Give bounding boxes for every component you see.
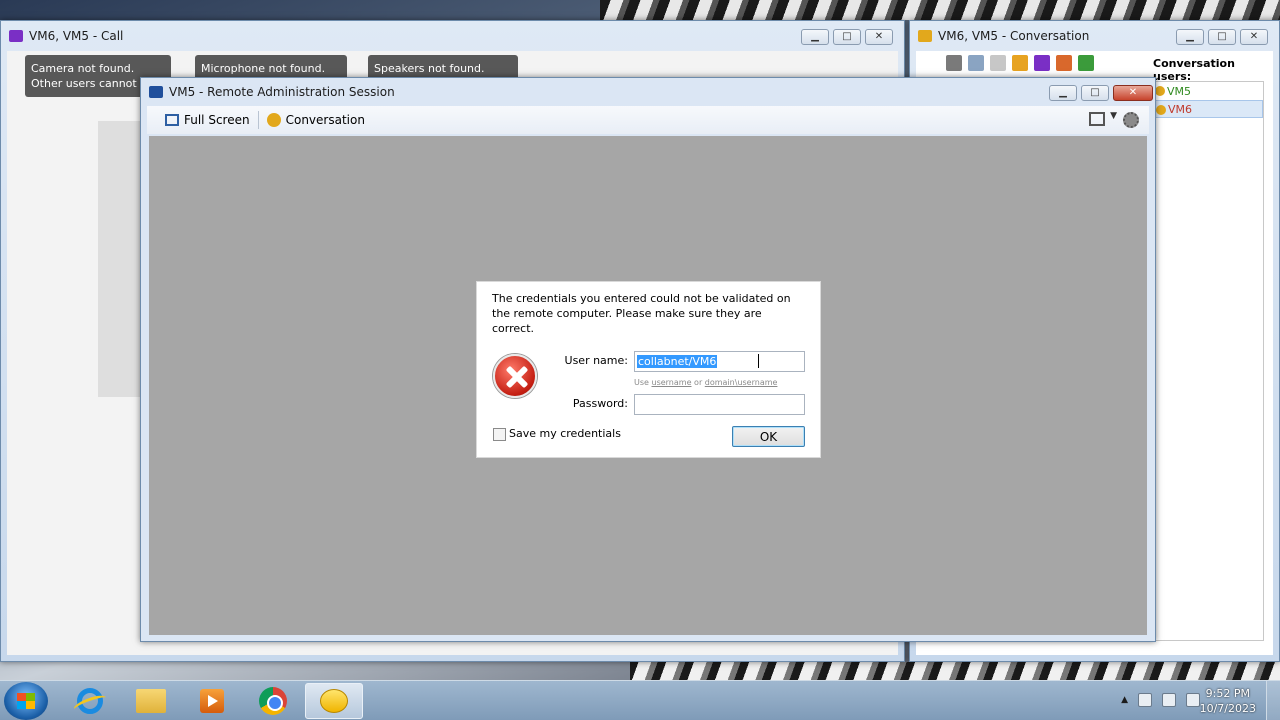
close-button[interactable]: ✕ (1240, 29, 1268, 45)
camera-tip-line1: Camera not found. (31, 62, 135, 75)
close-button[interactable]: ✕ (865, 29, 893, 45)
settings-icon[interactable] (1012, 55, 1028, 71)
full-screen-button[interactable]: Full Screen (157, 109, 258, 131)
volume-muted-icon[interactable] (1186, 693, 1200, 707)
minimize-button[interactable]: ▁ (801, 29, 829, 45)
document-icon[interactable] (990, 55, 1006, 71)
taskbar-app-media[interactable] (183, 683, 241, 719)
internet-explorer-icon (77, 688, 103, 714)
user-name: VM5 (1167, 84, 1192, 98)
minimize-button[interactable]: ▁ (1176, 29, 1204, 45)
wallpaper-top (600, 0, 1280, 20)
show-desktop-button[interactable] (1266, 681, 1280, 720)
username-value: collabnet/VM6 (637, 355, 718, 368)
hint-username: username (651, 378, 692, 387)
text-cursor (758, 354, 760, 368)
full-screen-label: Full Screen (184, 113, 250, 127)
user-icon (1155, 86, 1165, 96)
minimize-button[interactable]: ▁ (1049, 85, 1077, 101)
taskbar-app-chrome[interactable] (244, 683, 302, 719)
save-credentials-label[interactable]: Save my credentials (509, 427, 621, 440)
taskbar-app-ie[interactable] (61, 683, 119, 719)
clock[interactable]: 9:52 PM 10/7/2023 (1200, 686, 1256, 716)
chrome-icon (259, 687, 287, 715)
network-icon[interactable] (1162, 693, 1176, 707)
clock-date: 10/7/2023 (1199, 702, 1256, 715)
system-tray: ▲ (1121, 693, 1200, 707)
call-window-controls: ▁ □ ✕ (801, 29, 893, 45)
conversation-title: VM6, VM5 - Conversation (938, 29, 1090, 43)
call-titlebar[interactable]: VM6, VM5 - Call (1, 21, 904, 51)
username-field[interactable]: collabnet/VM6 (634, 351, 805, 372)
display-icon[interactable] (946, 55, 962, 71)
file-icon[interactable] (968, 55, 984, 71)
save-credentials-checkbox[interactable] (493, 428, 506, 441)
speakers-tip-line1: Speakers not found. (374, 62, 485, 75)
maximize-button[interactable]: □ (833, 29, 861, 45)
error-message: The credentials you entered could not be… (492, 292, 791, 335)
add-user-icon[interactable] (1056, 55, 1072, 71)
media-player-icon (200, 689, 224, 713)
taskbar: ▲ 9:52 PM 10/7/2023 (0, 680, 1280, 720)
username-hint: Use username or domain\username (634, 378, 777, 387)
file-explorer-icon (136, 689, 166, 713)
conversation-window-controls: ▁ □ ✕ (1176, 29, 1268, 45)
close-button[interactable]: ✕ (1113, 85, 1153, 101)
remote-titlebar[interactable]: VM5 - Remote Administration Session (141, 78, 1155, 106)
gear-icon[interactable] (1123, 112, 1139, 128)
chat-icon (320, 689, 348, 713)
full-screen-icon (165, 114, 179, 126)
remote-admin-icon (149, 86, 163, 98)
conversation-button[interactable]: Conversation (259, 109, 373, 131)
password-field[interactable] (634, 394, 805, 415)
user-list: VM5 VM6 (1152, 81, 1264, 641)
conversation-label: Conversation (285, 113, 365, 127)
monitor-icon[interactable] (1089, 112, 1105, 126)
action-center-icon[interactable] (1138, 693, 1152, 707)
conversation-users-label: Conversation users: (1153, 57, 1235, 83)
call-title: VM6, VM5 - Call (29, 29, 124, 43)
show-hidden-icons-icon[interactable]: ▲ (1121, 695, 1128, 705)
conversation-toolbar (946, 55, 1094, 71)
microphone-tip-line1: Microphone not found. (201, 62, 326, 75)
remote-toolbar: Full Screen Conversation ▼ (147, 106, 1149, 134)
user-item-vm6[interactable]: VM6 (1153, 100, 1263, 118)
password-label: Password: (572, 397, 628, 410)
taskbar-app-chat[interactable] (305, 683, 363, 719)
user-icon (1156, 105, 1166, 115)
taskbar-app-explorer[interactable] (122, 683, 180, 719)
user-item-vm5[interactable]: VM5 (1153, 82, 1263, 100)
start-button[interactable] (4, 682, 48, 720)
maximize-button[interactable]: □ (1081, 85, 1109, 101)
username-label: User name: (564, 354, 628, 367)
remote-window-controls: ▁ □ ✕ (1049, 85, 1153, 101)
hint-prefix: Use (634, 378, 649, 387)
conversation-icon (266, 113, 281, 127)
hint-or: or (694, 378, 703, 387)
exit-icon[interactable] (1078, 55, 1094, 71)
chevron-down-icon[interactable]: ▼ (1110, 111, 1117, 121)
remote-title: VM5 - Remote Administration Session (169, 85, 395, 99)
maximize-button[interactable]: □ (1208, 29, 1236, 45)
video-call-icon (9, 30, 23, 42)
credentials-dialog: The credentials you entered could not be… (476, 281, 821, 458)
wallpaper-bottom (630, 662, 1280, 680)
error-icon (493, 354, 537, 398)
hint-domain: domain\username (704, 378, 778, 387)
ok-button[interactable]: OK (732, 426, 805, 447)
windows-logo-lower (17, 701, 35, 709)
clock-time: 9:52 PM (1205, 687, 1250, 700)
user-name: VM6 (1168, 102, 1193, 116)
video-icon[interactable] (1034, 55, 1050, 71)
users-icon (918, 30, 932, 42)
